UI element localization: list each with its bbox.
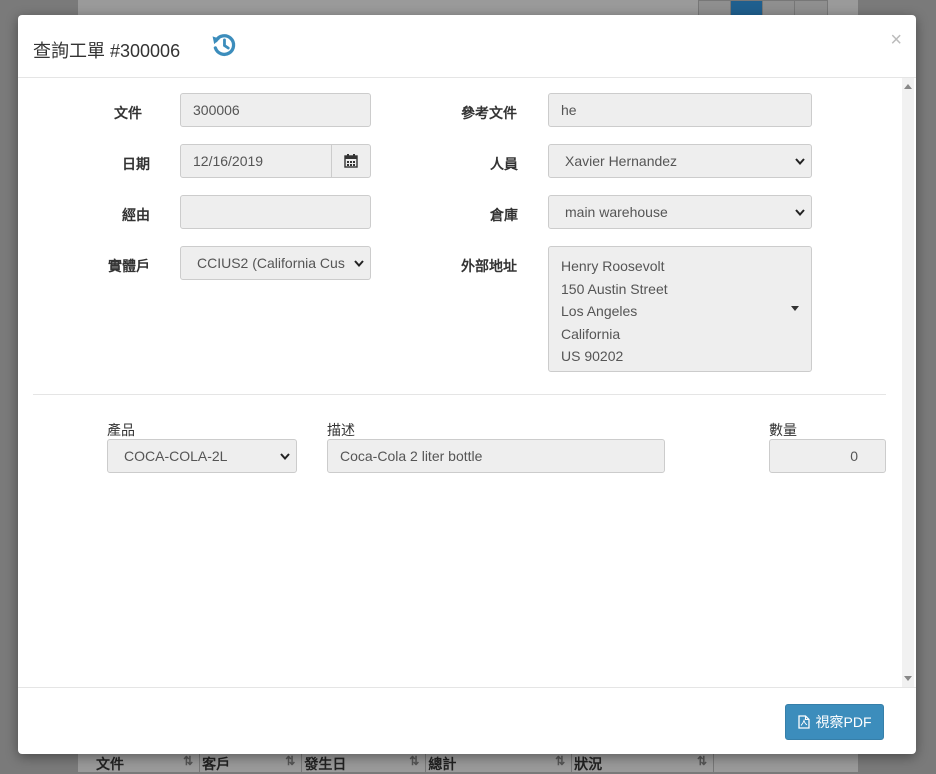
- address-line: Los Angeles: [561, 303, 638, 319]
- view-pdf-label: 視察PDF: [815, 714, 872, 730]
- scroll-up-icon[interactable]: [904, 84, 912, 89]
- chevron-down-icon: [795, 209, 805, 217]
- date-label: 日期: [122, 156, 150, 172]
- background-th-customer: 客戶 ⇅: [200, 754, 303, 772]
- reference-label: 參考文件: [461, 105, 517, 121]
- address-line: California: [561, 325, 621, 342]
- calendar-icon: [344, 154, 358, 168]
- warehouse-select-value: main warehouse: [565, 204, 668, 220]
- modal-footer: 視察PDF: [18, 687, 916, 754]
- product-select-value: COCA-COLA-2L: [124, 448, 228, 464]
- document-field[interactable]: 300006: [180, 93, 371, 127]
- divider: [33, 394, 886, 395]
- background-button-active: [730, 0, 764, 16]
- chevron-down-icon: [795, 158, 805, 166]
- staff-label: 人員: [490, 156, 518, 172]
- entity-select[interactable]: CCIUS2 (California Cust: [180, 246, 371, 280]
- entity-select-value: CCIUS2 (California Cust: [197, 255, 345, 271]
- modal-scrollbar[interactable]: [902, 78, 914, 687]
- product-column-label: 產品: [107, 422, 135, 438]
- background-button: [794, 0, 828, 16]
- view-pdf-button[interactable]: 視察PDF: [785, 704, 884, 740]
- history-icon[interactable]: [210, 31, 238, 59]
- modal-header: 查詢工單 #300006 ×: [18, 15, 916, 78]
- file-pdf-icon: [797, 715, 810, 729]
- address-label: 外部地址: [461, 258, 517, 274]
- via-label: 經由: [122, 207, 150, 223]
- quantity-column-label: 數量: [769, 422, 797, 438]
- warehouse-label: 倉庫: [490, 207, 518, 223]
- reference-field[interactable]: he: [548, 93, 812, 127]
- product-select[interactable]: COCA-COLA-2L: [107, 439, 297, 473]
- description-field[interactable]: Coca-Cola 2 liter bottle: [327, 439, 665, 473]
- external-address-select[interactable]: Henry Roosevolt 150 Austin Street Los An…: [548, 246, 812, 372]
- address-line: US 90202: [561, 348, 624, 364]
- order-query-modal: 查詢工單 #300006 × 文件 300006 參考文件 he 日期 12/1…: [18, 15, 916, 754]
- modal-title: 查詢工單 #300006: [33, 41, 181, 61]
- background-button: [762, 0, 796, 16]
- entity-label: 實體戶: [108, 258, 150, 274]
- modal-body: 文件 300006 參考文件 he 日期 12/16/2019 人員 Xavie…: [18, 78, 916, 687]
- quantity-field[interactable]: 0: [769, 439, 886, 473]
- background-th-document: 文件 ⇅: [94, 754, 201, 772]
- document-label: 文件: [114, 105, 142, 121]
- background-th-total: 總計 ⇅: [426, 754, 573, 772]
- date-field[interactable]: 12/16/2019: [180, 144, 332, 178]
- chevron-down-icon: [354, 260, 364, 268]
- background-th-date: 發生日 ⇅: [302, 754, 427, 772]
- background-th-status: 狀況 ⇅: [572, 754, 714, 772]
- caret-down-icon: [791, 306, 799, 311]
- address-line: Henry Roosevolt: [561, 258, 665, 274]
- staff-select[interactable]: Xavier Hernandez: [548, 144, 812, 178]
- warehouse-select[interactable]: main warehouse: [548, 195, 812, 229]
- via-field[interactable]: [180, 195, 371, 229]
- chevron-down-icon: [280, 453, 290, 461]
- description-column-label: 描述: [327, 422, 355, 438]
- background-table-header: 文件 ⇅ 客戶 ⇅ 發生日 ⇅ 總計 ⇅ 狀況 ⇅: [94, 754, 714, 772]
- close-icon[interactable]: ×: [890, 29, 902, 52]
- address-line: 150 Austin Street: [561, 280, 668, 297]
- calendar-button[interactable]: [331, 144, 371, 178]
- scroll-down-icon[interactable]: [904, 676, 912, 681]
- staff-select-value: Xavier Hernandez: [565, 153, 678, 169]
- background-button: [698, 0, 732, 16]
